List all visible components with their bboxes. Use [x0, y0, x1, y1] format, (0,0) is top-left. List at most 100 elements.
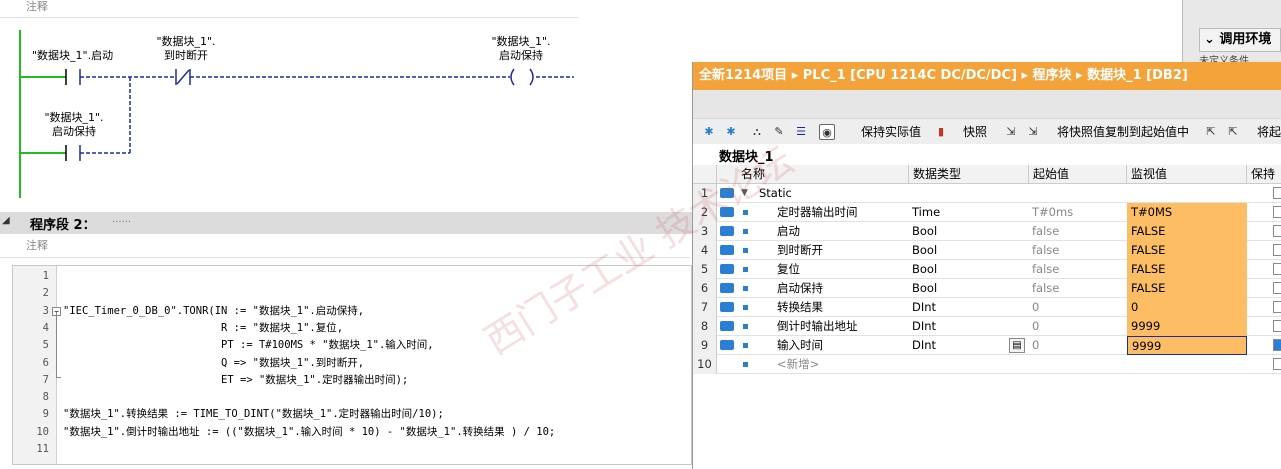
data-type[interactable] [912, 184, 1022, 203]
coil-hold-label-2[interactable]: 启动保持 [485, 49, 557, 63]
start-value[interactable]: false [1032, 241, 1122, 260]
data-type[interactable]: DInt [912, 336, 1022, 355]
variable-name[interactable]: 输入时间 [777, 336, 907, 355]
monitor-icon[interactable]: ◉ [819, 124, 835, 140]
data-type[interactable]: Bool [912, 260, 1022, 279]
coil-hold-label-1[interactable]: "数据块_1". [485, 35, 557, 49]
expand-icon[interactable]: ⛬ [749, 124, 765, 140]
table-row[interactable]: 4 到时断开 Bool false FALSE [693, 241, 1281, 260]
scl-code-editor[interactable]: 1 2 3− "IEC_Timer_0_DB_0".TONR(IN := "数据块_1… [12, 265, 692, 465]
col-retain[interactable]: 保持 [1247, 165, 1281, 184]
variable-name[interactable]: 启动保持 [777, 279, 907, 298]
start-value[interactable] [1032, 184, 1122, 203]
start-value[interactable]: T#0ms [1032, 203, 1122, 222]
monitor-value[interactable]: T#0MS [1127, 203, 1247, 222]
variable-name[interactable]: <新增> [777, 355, 907, 374]
contact-hold-label-1[interactable]: "数据块_1". [38, 111, 110, 125]
load-start-button[interactable]: 将起 [1257, 124, 1281, 140]
code-line[interactable]: 6 Q => "数据块_1".到时断开, [13, 355, 691, 372]
expand-arrow-icon[interactable]: ▼ [741, 184, 748, 203]
retain-checkbox[interactable] [1273, 225, 1281, 237]
data-type[interactable]: DInt [912, 298, 1022, 317]
table-row[interactable]: 5 复位 Bool false FALSE [693, 260, 1281, 279]
variable-name[interactable]: Static [759, 184, 909, 203]
table-row[interactable]: 8 倒计时输出地址 DInt 0 9999 [693, 317, 1281, 336]
start-value[interactable]: false [1032, 279, 1122, 298]
start-value[interactable]: 0 [1032, 317, 1122, 336]
monitor-value[interactable]: FALSE [1127, 279, 1247, 298]
table-row[interactable]: 2 定时器输出时间 Time T#0ms T#0MS [693, 203, 1281, 222]
monitor-value[interactable]: FALSE [1127, 260, 1247, 279]
monitor-value[interactable]: 9999 [1127, 317, 1247, 336]
code-line[interactable]: 7 ET => "数据块_1".定时器输出时间); [13, 372, 691, 389]
table-row[interactable]: 6 启动保持 Bool false FALSE [693, 279, 1281, 298]
network2-comment[interactable]: 注释 [0, 236, 690, 258]
retain-checkbox[interactable] [1273, 206, 1281, 218]
variable-name[interactable]: 复位 [777, 260, 907, 279]
data-type[interactable]: Bool [912, 241, 1022, 260]
edit-icon[interactable]: ✎ [771, 124, 787, 140]
code-line[interactable]: 5 PT := T#100MS * "数据块_1".输入时间, [13, 337, 691, 354]
load-icon-1[interactable]: ⇱ [1203, 124, 1219, 140]
variable-name[interactable]: 转换结果 [777, 298, 907, 317]
col-name[interactable]: 名称 [737, 165, 909, 184]
contact-hold-label-2[interactable]: 启动保持 [38, 125, 110, 139]
data-type[interactable]: Time [912, 203, 1022, 222]
code-line[interactable]: 3− "IEC_Timer_0_DB_0".TONR(IN := "数据块_1".… [13, 303, 691, 320]
table-row[interactable]: 9 输入时间 DInt ▤ 0 9999 [693, 336, 1281, 355]
code-line[interactable]: 1 [13, 268, 691, 285]
copy-snapshot-icon-2[interactable]: ⇲ [1025, 124, 1041, 140]
monitor-value[interactable]: FALSE [1127, 241, 1247, 260]
monitor-value[interactable]: FALSE [1127, 222, 1247, 241]
col-monitor[interactable]: 监视值 [1127, 165, 1247, 184]
retain-checkbox[interactable] [1273, 244, 1281, 256]
table-row[interactable]: 3 启动 Bool false FALSE [693, 222, 1281, 241]
retain-checkbox[interactable] [1273, 263, 1281, 275]
retain-checkbox[interactable] [1273, 358, 1281, 370]
data-type[interactable]: Bool [912, 279, 1022, 298]
variable-name[interactable]: 到时断开 [777, 241, 907, 260]
start-value[interactable] [1032, 355, 1122, 374]
load-icon-2[interactable]: ⇱ [1225, 124, 1241, 140]
insert-row-icon[interactable]: ✱ [701, 124, 717, 140]
table-row[interactable]: 10 <新增> [693, 355, 1281, 374]
col-start[interactable]: 起始值 [1029, 165, 1127, 184]
code-line[interactable]: 11 [13, 441, 691, 458]
snapshot-db-icon[interactable]: ▮ [933, 124, 949, 140]
table-row[interactable]: 1 ▼ Static [693, 184, 1281, 203]
collapse-triangle-icon[interactable]: ◢ [2, 215, 10, 226]
contact-timeout-label-1[interactable]: "数据块_1". [150, 35, 222, 49]
code-line[interactable]: 4 R := "数据块_1".复位, [13, 320, 691, 337]
data-type[interactable]: Bool [912, 222, 1022, 241]
code-line[interactable]: 2 [13, 285, 691, 302]
col-type[interactable]: 数据类型 [909, 165, 1029, 184]
keep-actual-values-button[interactable]: 保持实际值 [861, 124, 921, 140]
start-value[interactable]: false [1032, 222, 1122, 241]
monitor-value[interactable]: 9999 [1127, 336, 1247, 355]
start-value[interactable]: false [1032, 260, 1122, 279]
retain-checkbox[interactable] [1273, 301, 1281, 313]
retain-checkbox[interactable] [1273, 339, 1281, 351]
variable-name[interactable]: 定时器输出时间 [777, 203, 907, 222]
network1-comment[interactable]: 注释 [0, 0, 578, 18]
code-line[interactable]: 9 "数据块_1".转换结果 := TIME_TO_DINT("数据块_1".定时… [13, 406, 691, 423]
table-row[interactable]: 7 转换结果 DInt 0 0 [693, 298, 1281, 317]
retain-checkbox[interactable] [1273, 282, 1281, 294]
variable-name[interactable]: 倒计时输出地址 [777, 317, 907, 336]
code-line[interactable]: 10 "数据块_1".倒计时输出地址 := (("数据块_1".输入时间 * 10… [13, 424, 691, 441]
retain-checkbox[interactable] [1273, 320, 1281, 332]
network2-title-dots[interactable]: ...... [112, 214, 131, 225]
data-type[interactable] [912, 355, 1022, 374]
contact-start-label[interactable]: "数据块_1".启动 [32, 49, 113, 63]
start-value[interactable]: 0 [1032, 298, 1122, 317]
call-environment-header[interactable]: ⌄ 调用环境 [1199, 28, 1281, 52]
add-row-icon[interactable]: ✱ [723, 124, 739, 140]
value-list-icon[interactable]: ▤ [1009, 338, 1025, 353]
monitor-value[interactable]: 0 [1127, 298, 1247, 317]
retain-checkbox[interactable] [1273, 187, 1281, 199]
code-line[interactable]: 8 [13, 389, 691, 406]
copy-snapshot-icon-1[interactable]: ⇲ [1003, 124, 1019, 140]
data-type[interactable]: DInt [912, 317, 1022, 336]
copy-snapshot-to-start-button[interactable]: 将快照值复制到起始值中 [1057, 124, 1189, 140]
start-value[interactable]: 0 [1032, 336, 1122, 355]
